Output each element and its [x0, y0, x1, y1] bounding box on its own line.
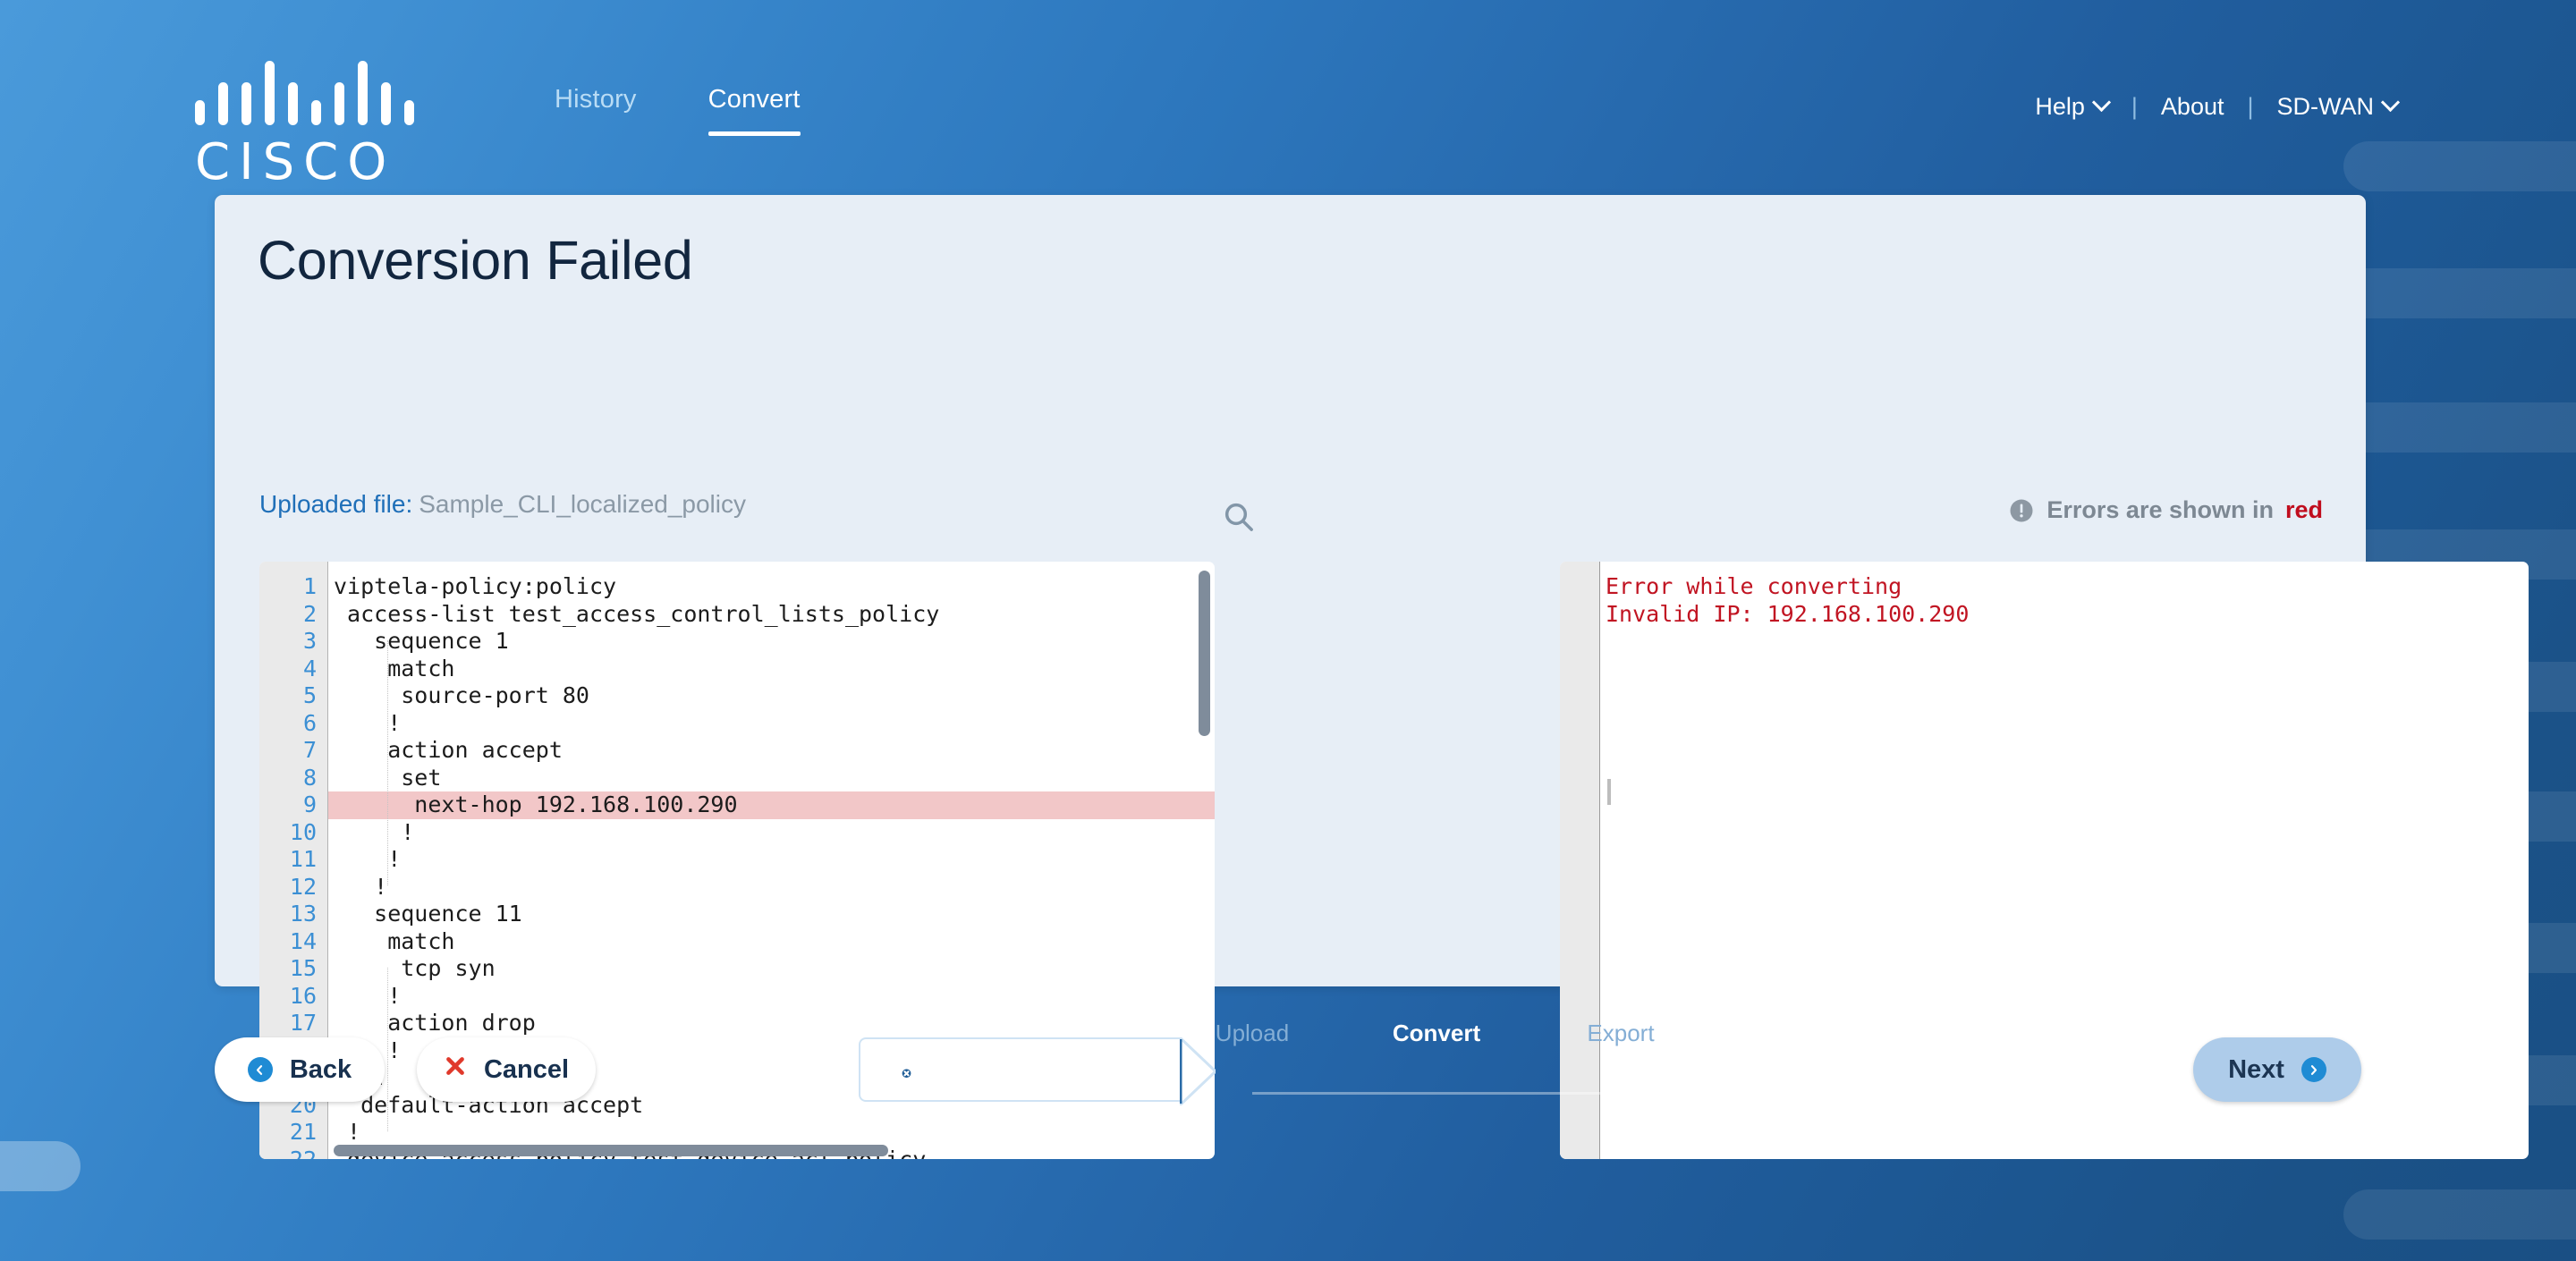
code-line: viptela-policy:policy	[334, 573, 617, 599]
line-number: 10	[289, 818, 317, 845]
code-line: access-list test_access_control_lists_po…	[334, 600, 940, 627]
code-line-error: next-hop 192.168.100.290	[328, 791, 1215, 819]
search-icon[interactable]	[1221, 499, 1257, 539]
output-error-line: Error while converting	[1606, 573, 1902, 599]
code-line: tcp syn	[334, 955, 496, 981]
errors-legend-text: Errors are shown in	[2046, 496, 2274, 523]
app-header: CISCO History Convert Help | About | SD-…	[0, 0, 2576, 195]
step-upload[interactable]: Upload	[1190, 1020, 1315, 1071]
next-button[interactable]: Next	[2193, 1037, 2361, 1102]
vertical-scrollbar[interactable]	[1199, 571, 1210, 736]
nav-item-convert[interactable]: Convert	[708, 85, 801, 136]
content-card: Conversion Failed Uploaded file: Sample_C…	[215, 195, 2529, 1159]
nav-item-about-label: About	[2160, 93, 2224, 120]
line-number: 12	[289, 873, 317, 900]
nav-item-about[interactable]: About	[2138, 93, 2248, 121]
progress-stepper: Upload Convert Export	[1216, 1020, 1735, 1122]
code-line: source-port 80	[334, 682, 589, 708]
code-line: !	[334, 818, 415, 845]
document-error-icon	[886, 1052, 916, 1088]
line-number: 4	[302, 655, 317, 681]
chevron-down-icon	[2091, 92, 2112, 113]
step-convert[interactable]: Convert	[1374, 1020, 1499, 1071]
code-line: !	[334, 709, 402, 736]
fold-guide	[387, 640, 388, 885]
policy-type-chip[interactable]: Localized CLI Policy	[859, 1037, 1216, 1105]
line-number: 6	[302, 709, 317, 736]
next-button-label: Next	[2228, 1054, 2284, 1084]
horizontal-scrollbar[interactable]	[334, 1145, 888, 1156]
close-x-icon	[444, 1054, 467, 1085]
line-number: 11	[289, 846, 317, 872]
line-number: 7	[302, 737, 317, 763]
code-line: match	[334, 927, 455, 954]
chevron-down-icon	[2380, 92, 2401, 113]
line-number: 13	[289, 901, 317, 927]
code-line: set	[334, 764, 442, 791]
code-line: !	[334, 873, 388, 900]
errors-legend-highlight: red	[2284, 496, 2323, 523]
chevron-right-circle-icon	[2301, 1057, 2326, 1082]
uploaded-file-label: Uploaded file:	[259, 490, 413, 518]
nav-item-sdwan[interactable]: SD-WAN	[2254, 92, 2421, 121]
line-number: 2	[302, 600, 317, 627]
line-number: 9	[302, 791, 317, 817]
step-upload-label: Upload	[1215, 1020, 1290, 1046]
back-button[interactable]: Back	[215, 1037, 385, 1102]
cancel-button[interactable]: Cancel	[417, 1037, 596, 1102]
line-number: 5	[302, 682, 317, 708]
line-number: 1	[302, 573, 317, 599]
text-caret	[1607, 779, 1611, 805]
line-number: 16	[289, 982, 317, 1009]
secondary-nav: Help | About | SD-WAN	[2012, 92, 2421, 121]
uploaded-file-info: Uploaded file: Sample_CLI_localized_polic…	[259, 490, 746, 519]
line-number: 14	[289, 927, 317, 954]
line-number: 8	[302, 764, 317, 791]
nav-item-sdwan-label: SD-WAN	[2276, 93, 2375, 120]
uploaded-file-name: Sample_CLI_localized_policy	[419, 490, 746, 518]
line-number: 22	[289, 1146, 317, 1160]
policy-type-chip-label: Localized CLI Policy	[932, 1055, 1150, 1083]
nav-item-history[interactable]: History	[555, 85, 637, 136]
output-error-line: Invalid IP: 192.168.100.290	[1606, 600, 1970, 627]
nav-separator: |	[2247, 93, 2254, 120]
chevron-left-circle-icon	[247, 1057, 273, 1082]
nav-separator: |	[2131, 93, 2138, 120]
nav-item-help[interactable]: Help	[2012, 92, 2131, 121]
stepper-track	[1252, 1092, 1717, 1095]
code-line: sequence 1	[334, 628, 509, 654]
line-number: 15	[289, 955, 317, 981]
cisco-logo[interactable]: CISCO	[195, 61, 428, 188]
code-line: match	[334, 655, 455, 681]
primary-nav: History Convert	[555, 85, 801, 136]
cancel-button-label: Cancel	[483, 1054, 570, 1084]
code-line: !	[334, 846, 402, 872]
code-line: !	[334, 982, 402, 1009]
code-line: action accept	[334, 737, 563, 763]
page-title: Conversion Failed	[258, 230, 693, 291]
footer-controls: Back Cancel Localized CLI Policy Upload …	[0, 1020, 2576, 1136]
step-export[interactable]: Export	[1558, 1020, 1683, 1071]
step-export-label: Export	[1587, 1020, 1655, 1046]
exclamation-circle-icon	[2010, 499, 2033, 521]
cisco-wordmark: CISCO	[195, 133, 396, 191]
step-convert-label: Convert	[1392, 1020, 1481, 1046]
code-line: sequence 11	[334, 901, 522, 927]
line-number: 3	[302, 628, 317, 654]
back-button-label: Back	[289, 1054, 352, 1084]
errors-legend: Errors are shown in red	[2008, 496, 2323, 524]
nav-item-help-label: Help	[2035, 93, 2085, 120]
cisco-logo-bars-icon	[195, 61, 428, 125]
